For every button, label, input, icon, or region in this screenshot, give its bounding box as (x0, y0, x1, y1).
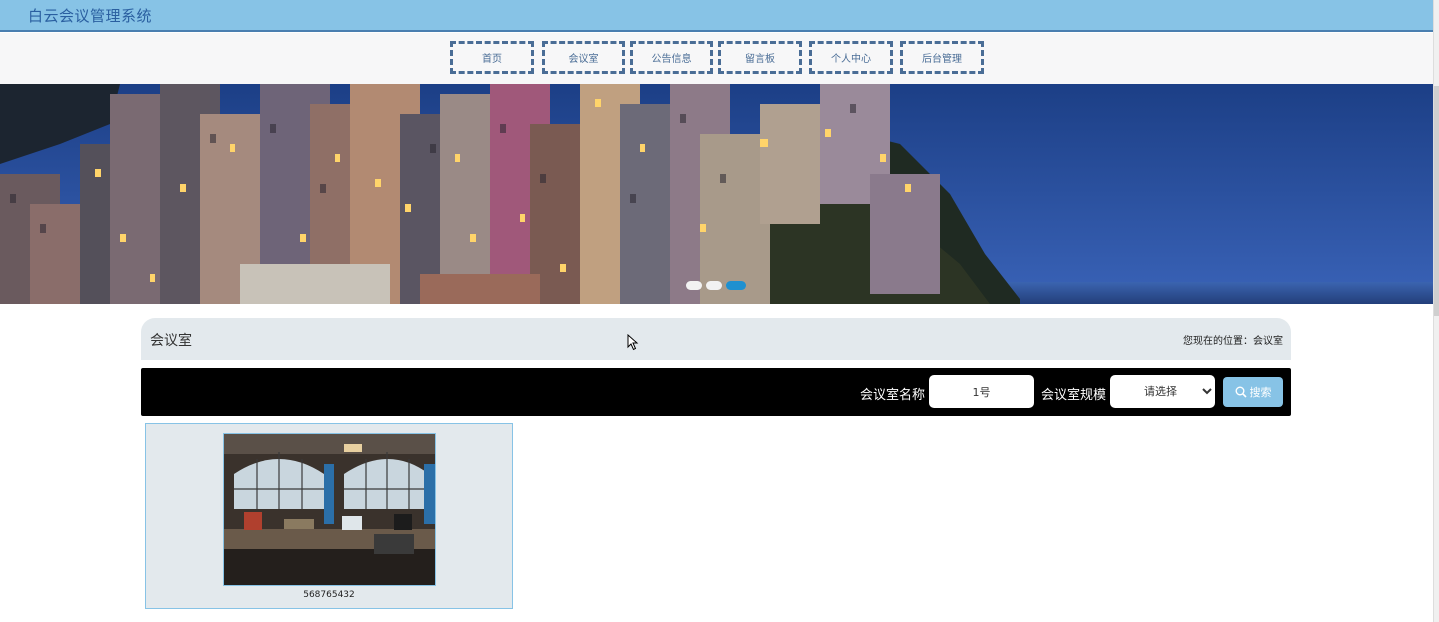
room-name: 568765432 (303, 590, 355, 600)
app-title: 白云会议管理系统 (28, 7, 153, 25)
scrollbar-thumb[interactable] (1434, 86, 1439, 316)
carousel-dot-1[interactable] (686, 281, 702, 290)
search-button[interactable]: 搜索 (1223, 377, 1283, 407)
room-name-input[interactable] (929, 375, 1034, 408)
search-bar: 会议室名称 会议室规模 请选择 搜索 (141, 368, 1291, 416)
search-icon (1235, 386, 1247, 398)
room-name-label: 会议室名称 (860, 388, 926, 403)
mouse-cursor-icon (627, 334, 639, 351)
room-image[interactable] (223, 433, 436, 586)
top-header-bar: 白云会议管理系统 (0, 0, 1433, 32)
nav-item-personal-center[interactable]: 个人中心 (809, 41, 893, 74)
carousel-dot-3[interactable] (726, 281, 746, 290)
banner-carousel[interactable] (0, 84, 1433, 304)
nav-item-home[interactable]: 首页 (450, 41, 534, 74)
nav-item-admin[interactable]: 后台管理 (900, 41, 984, 74)
carousel-indicators (686, 281, 746, 290)
banner-image (0, 84, 1433, 304)
page-title: 会议室 (150, 333, 192, 349)
nav-item-meeting-rooms[interactable]: 会议室 (542, 41, 625, 74)
nav-item-announcements[interactable]: 公告信息 (630, 41, 713, 74)
room-scale-label: 会议室规模 (1041, 388, 1107, 403)
breadcrumb-location: 您现在的位置：会议室 (1183, 336, 1283, 347)
search-button-label: 搜索 (1249, 386, 1272, 399)
room-card[interactable]: 568765432 (145, 423, 513, 609)
breadcrumb-panel: 会议室 您现在的位置：会议室 (141, 318, 1291, 360)
room-scale-select[interactable]: 请选择 (1110, 375, 1215, 408)
nav-item-message-board[interactable]: 留言板 (718, 41, 802, 74)
main-nav: 首页 会议室 公告信息 留言板 个人中心 后台管理 (0, 33, 1433, 84)
carousel-dot-2[interactable] (706, 281, 722, 290)
page-scrollbar[interactable] (1433, 0, 1439, 622)
